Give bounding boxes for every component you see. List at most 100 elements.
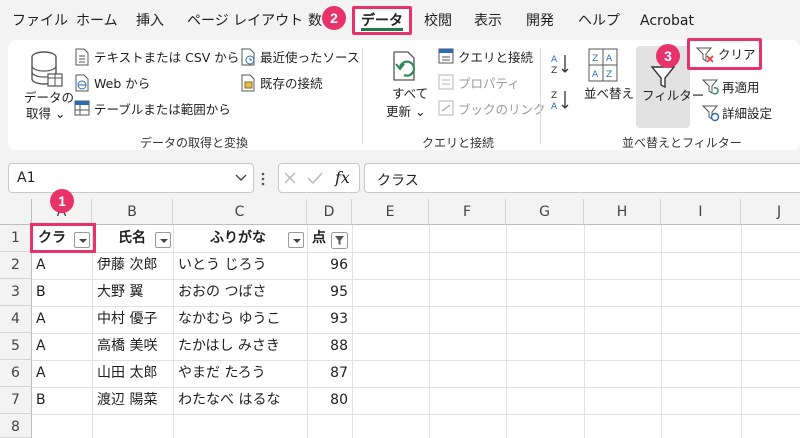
column-header-i[interactable]: I — [661, 199, 741, 225]
get-data-label-1[interactable]: データの — [24, 90, 74, 105]
filter-label: フィルター — [642, 88, 705, 103]
advanced-filter-button[interactable]: 詳細設定 — [722, 106, 772, 121]
cell-furigana[interactable]: なかむら ゆうこ — [178, 306, 280, 333]
cancel-icon[interactable] — [283, 171, 297, 185]
cell-class[interactable]: B — [36, 279, 46, 306]
group-label-queries: クエリと接続 — [422, 136, 495, 150]
step-badge-2: 2 — [322, 6, 346, 30]
from-table-range-button[interactable]: テーブルまたは範囲から — [94, 102, 231, 117]
cell-name[interactable]: 高橋 美咲 — [97, 333, 157, 360]
properties-icon — [438, 74, 454, 90]
database-icon — [31, 51, 63, 87]
refresh-all-label-2[interactable]: 更新 ⌄ — [386, 104, 425, 119]
row-header-6[interactable]: 6 — [0, 360, 32, 387]
row-header-2[interactable]: 2 — [0, 252, 32, 279]
from-web-button[interactable]: Web から — [94, 76, 150, 91]
filter-funnel-icon — [650, 66, 676, 89]
reapply-button[interactable]: 再適用 — [722, 80, 760, 95]
queries-connections-button[interactable]: クエリと接続 — [458, 50, 533, 65]
column-header-j[interactable]: J — [741, 199, 800, 225]
cell-score[interactable]: 88 — [307, 333, 348, 360]
from-text-csv-button[interactable]: テキストまたは CSV から — [94, 50, 239, 65]
gridline — [741, 225, 742, 438]
filter-dropdown-name[interactable] — [155, 232, 171, 248]
cell-furigana[interactable]: わたなべ はるな — [178, 387, 280, 414]
column-header-h[interactable]: H — [584, 199, 661, 225]
column-header-g[interactable]: G — [506, 199, 584, 225]
recent-sources-icon — [241, 48, 255, 66]
edit-links-button[interactable]: ブックのリンク — [458, 102, 546, 117]
clear-filter-button[interactable]: クリア — [687, 38, 762, 70]
row-header-1[interactable]: 1 — [0, 225, 32, 252]
tab-help[interactable]: ヘルプ — [578, 12, 620, 30]
column-header-f[interactable]: F — [429, 199, 506, 225]
header-name[interactable]: 氏名 — [118, 225, 146, 252]
edit-links-icon — [438, 100, 454, 116]
get-data-label-2[interactable]: 取得 ⌄ — [26, 106, 65, 121]
cell-score[interactable]: 96 — [307, 252, 348, 279]
tab-view[interactable]: 表示 — [474, 12, 502, 30]
tab-formulas[interactable]: 数 — [308, 12, 322, 30]
cell-score[interactable]: 80 — [307, 387, 348, 414]
select-all-corner[interactable] — [0, 199, 32, 225]
row-header-4[interactable]: 4 — [0, 306, 32, 333]
name-box[interactable]: A1 — [8, 163, 254, 193]
row-header-8[interactable]: 8 — [0, 414, 32, 438]
tab-insert[interactable]: 挿入 — [136, 12, 164, 30]
cell-furigana[interactable]: やまだ たろう — [178, 360, 266, 387]
text-file-icon — [75, 48, 89, 66]
column-header-c[interactable]: C — [173, 199, 307, 225]
cell-class[interactable]: A — [36, 360, 46, 387]
step-badge-3: 3 — [656, 44, 680, 68]
svg-text:Z: Z — [592, 54, 598, 64]
sort-button[interactable]: 並べ替え — [584, 86, 634, 101]
properties-button[interactable]: プロパティ — [458, 76, 520, 91]
cell-class[interactable]: A — [36, 252, 46, 279]
cell-furigana[interactable]: いとう じろう — [178, 252, 266, 279]
column-header-e[interactable]: E — [352, 199, 429, 225]
tab-review[interactable]: 校閲 — [424, 12, 452, 30]
header-score[interactable]: 点 — [312, 225, 326, 252]
insert-function-button[interactable]: fx — [335, 168, 350, 187]
formula-controls: fx — [278, 163, 360, 193]
tab-developer[interactable]: 開発 — [526, 12, 554, 30]
tab-page-layout[interactable]: ページ レイアウト — [187, 12, 303, 30]
cell-score[interactable]: 95 — [307, 279, 348, 306]
column-header-b[interactable]: B — [92, 199, 173, 225]
step-badge-1: 1 — [50, 189, 74, 213]
cell-name[interactable]: 中村 優子 — [97, 306, 157, 333]
spreadsheet-grid[interactable]: A B C D E F G H I J 1 2 3 4 5 6 7 8 クラ 氏… — [0, 189, 800, 438]
tab-acrobat[interactable]: Acrobat — [640, 12, 694, 30]
row-header-7[interactable]: 7 — [0, 387, 32, 414]
cell-class[interactable]: A — [36, 306, 46, 333]
tab-data-label: データ — [361, 13, 403, 29]
more-options-icon[interactable] — [260, 171, 266, 187]
queries-icon — [438, 48, 454, 64]
cell-name[interactable]: 大野 翼 — [97, 279, 143, 306]
svg-text:A: A — [551, 102, 558, 112]
filter-dropdown-furigana[interactable] — [288, 232, 304, 248]
cell-name[interactable]: 伊藤 次郎 — [97, 252, 157, 279]
header-furigana[interactable]: ふりがな — [210, 225, 266, 252]
cell-score[interactable]: 93 — [307, 306, 348, 333]
recent-sources-button[interactable]: 最近使ったソース — [260, 50, 359, 65]
cell-class[interactable]: B — [36, 387, 46, 414]
tab-home[interactable]: ホーム — [76, 12, 118, 30]
cell-class[interactable]: A — [36, 333, 46, 360]
formula-input[interactable]: クラス — [364, 163, 800, 193]
cell-furigana[interactable]: たかはし みさき — [178, 333, 280, 360]
filter-applied-icon[interactable] — [331, 232, 348, 249]
refresh-all-label-1[interactable]: すべて — [392, 86, 428, 101]
cell-name[interactable]: 渡辺 陽菜 — [97, 387, 157, 414]
enter-check-icon[interactable] — [307, 171, 323, 185]
existing-connections-button[interactable]: 既存の接続 — [260, 76, 323, 91]
cell-name[interactable]: 山田 太郎 — [97, 360, 157, 387]
group-label-get-transform: データの取得と変換 — [140, 136, 249, 150]
column-header-d[interactable]: D — [307, 199, 352, 225]
row-header-5[interactable]: 5 — [0, 333, 32, 360]
tab-file[interactable]: ファイル — [12, 12, 68, 30]
tab-data[interactable]: データ — [352, 6, 412, 35]
cell-furigana[interactable]: おおの つばさ — [178, 279, 266, 306]
cell-score[interactable]: 87 — [307, 360, 348, 387]
row-header-3[interactable]: 3 — [0, 279, 32, 306]
